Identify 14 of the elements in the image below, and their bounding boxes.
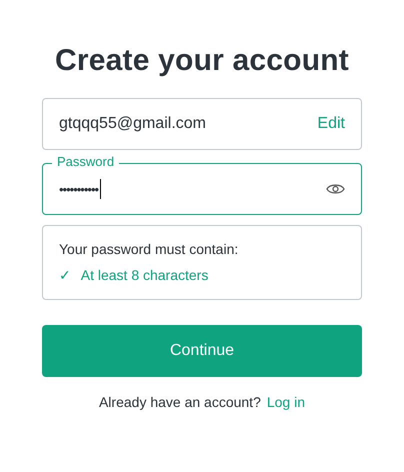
show-password-eye-icon[interactable] (326, 182, 345, 196)
requirements-heading: Your password must contain: (59, 241, 240, 257)
check-mark-icon: ✓ (59, 267, 71, 284)
edit-link[interactable]: Edit (317, 115, 345, 133)
page-title: Create your account (54, 44, 350, 78)
requirement-text: At least 8 characters (80, 267, 208, 284)
password-label: Password (52, 154, 120, 169)
text-cursor (100, 179, 102, 199)
email-field[interactable]: gtqqq55@gmail.com Edit (42, 98, 362, 150)
login-link[interactable]: Log in (266, 394, 306, 410)
password-value: ••••••••••• (59, 182, 98, 196)
email-value: gtqqq55@gmail.com (59, 115, 207, 133)
login-prompt: Already have an account? (98, 394, 261, 410)
continue-button[interactable]: Continue (42, 325, 362, 377)
